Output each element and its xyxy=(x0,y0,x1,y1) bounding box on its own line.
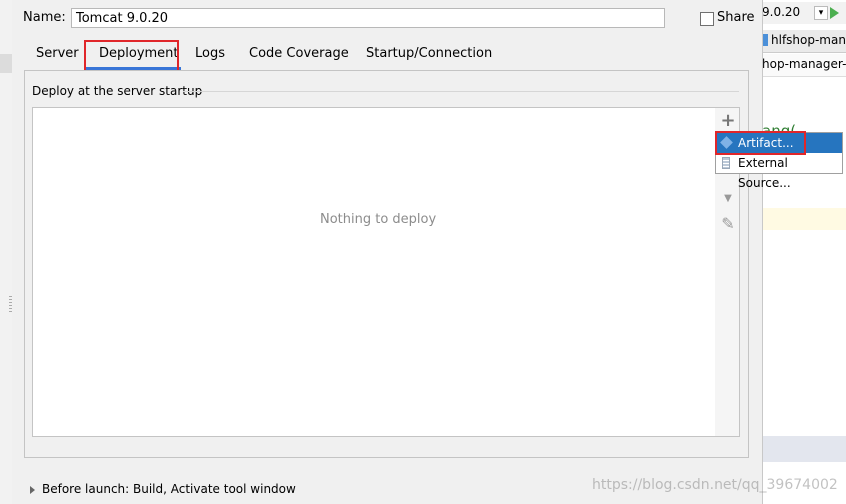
menu-item-external-source[interactable]: External Source... xyxy=(716,153,842,190)
annotation-box-artifact xyxy=(715,131,806,155)
pencil-icon[interactable]: ✎ xyxy=(717,213,739,235)
plus-icon[interactable]: + xyxy=(717,110,739,132)
deployment-list[interactable] xyxy=(32,107,716,437)
tree-selected-row[interactable] xyxy=(0,54,12,73)
watermark: https://blog.csdn.net/qq_39674002 xyxy=(592,477,838,493)
ide-background: 9.0.20 ▾ hlfshop-mana hop-manager- ang( xyxy=(762,0,846,504)
tab-startup-connection[interactable]: Startup/Connection xyxy=(366,46,492,61)
section-title: Deploy at the server startup xyxy=(32,84,203,98)
run-config-label[interactable]: 9.0.20 xyxy=(762,5,800,19)
run-icon[interactable] xyxy=(830,7,839,19)
name-field[interactable]: Tomcat 9.0.20 xyxy=(71,8,665,28)
external-source-icon xyxy=(722,157,730,169)
tab-logs[interactable]: Logs xyxy=(195,46,225,61)
empty-list-text: Nothing to deploy xyxy=(320,212,437,227)
tab-label: hlfshop-mana xyxy=(771,33,846,47)
expand-triangle-icon[interactable] xyxy=(30,486,35,494)
ide-toolbar: 9.0.20 ▾ xyxy=(762,2,846,24)
share-label: Share xyxy=(717,10,755,25)
before-launch-label[interactable]: Before launch: Build, Activate tool wind… xyxy=(42,482,296,496)
arrow-down-icon[interactable]: ▼ xyxy=(717,188,739,210)
caret-line-highlight xyxy=(762,208,846,230)
menu-item-label: External Source... xyxy=(738,156,791,190)
share-checkbox[interactable] xyxy=(700,12,714,26)
breadcrumb-label: hop-manager- xyxy=(762,57,846,71)
run-config-dropdown-icon[interactable]: ▾ xyxy=(814,6,828,20)
name-label: Name: xyxy=(23,10,66,25)
tab-code-coverage[interactable]: Code Coverage xyxy=(249,46,349,61)
ide-bottom-panel xyxy=(762,436,846,462)
section-divider xyxy=(183,91,739,92)
ide-breadcrumb: hop-manager- xyxy=(762,54,846,77)
ide-editor-tab[interactable]: hlfshop-mana xyxy=(762,30,846,53)
tab-server[interactable]: Server xyxy=(36,46,79,61)
